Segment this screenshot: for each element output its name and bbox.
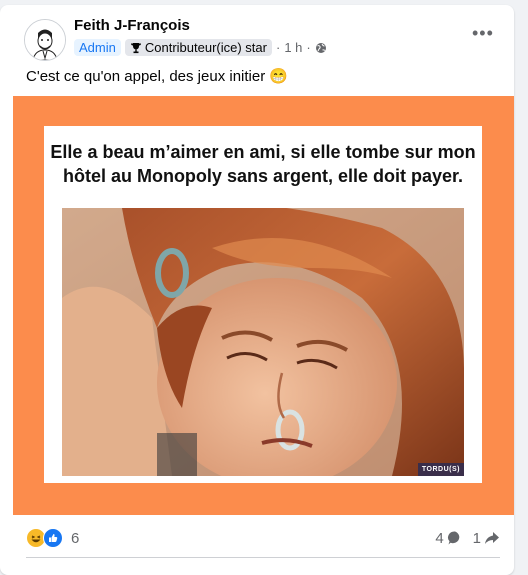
meme-watermark: TORDU(S) [417,463,464,476]
reaction-count: 6 [71,529,80,547]
woman-photo-illustration [62,208,464,476]
stats-divider [26,557,500,558]
share-icon [485,532,499,544]
meta-separator: · [275,40,281,55]
comment-icon [447,531,459,545]
meme-caption-line-1: Elle a beau m’aimer en ami, si elle tomb… [50,142,476,162]
admin-badge[interactable]: Admin [74,39,121,56]
meme-image: Elle a beau m’aimer en ami, si elle tomb… [44,126,482,483]
comments-count-button[interactable]: 4 [435,530,462,547]
post-time[interactable]: 1 h [284,40,302,55]
globe-icon [315,42,326,53]
post-media[interactable]: Elle a beau m’aimer en ami, si elle tomb… [13,96,514,515]
contributor-badge[interactable]: Contributeur(ice) star [124,39,272,56]
post-stats-bar: 6 4 1 [26,525,500,551]
shares-count-button[interactable]: 1 [473,530,500,547]
trophy-icon [130,42,141,53]
engagement-counts: 4 1 [435,530,500,547]
post-text-container: C'est ce qu'on appel, des jeux initier 😁 [26,67,288,86]
post-card: Feith J-François Admin Contributeur(ice)… [0,5,514,575]
avatar-drawing [25,20,65,60]
meta-separator-2: · [306,40,311,55]
author-name[interactable]: Feith J-François [74,17,190,34]
post-text: C'est ce qu'on appel, des jeux initier [26,67,266,85]
reactions-summary[interactable]: 6 [26,528,79,548]
meme-caption: Elle a beau m’aimer en ami, si elle tomb… [44,140,482,188]
meme-photo: TORDU(S) [62,208,464,476]
like-reaction-icon [43,528,63,548]
more-options-button[interactable]: ••• [472,24,494,42]
comment-count: 4 [435,529,444,547]
grin-emoji-icon: 😁 [269,68,288,85]
post-meta: Admin Contributeur(ice) star · 1 h · [74,39,327,56]
share-count: 1 [472,529,481,547]
author-avatar[interactable] [24,19,66,61]
meme-caption-line-2: hôtel au Monopoly sans argent, elle doit… [62,166,464,186]
contributor-badge-label: Contributeur(ice) star [144,40,267,55]
